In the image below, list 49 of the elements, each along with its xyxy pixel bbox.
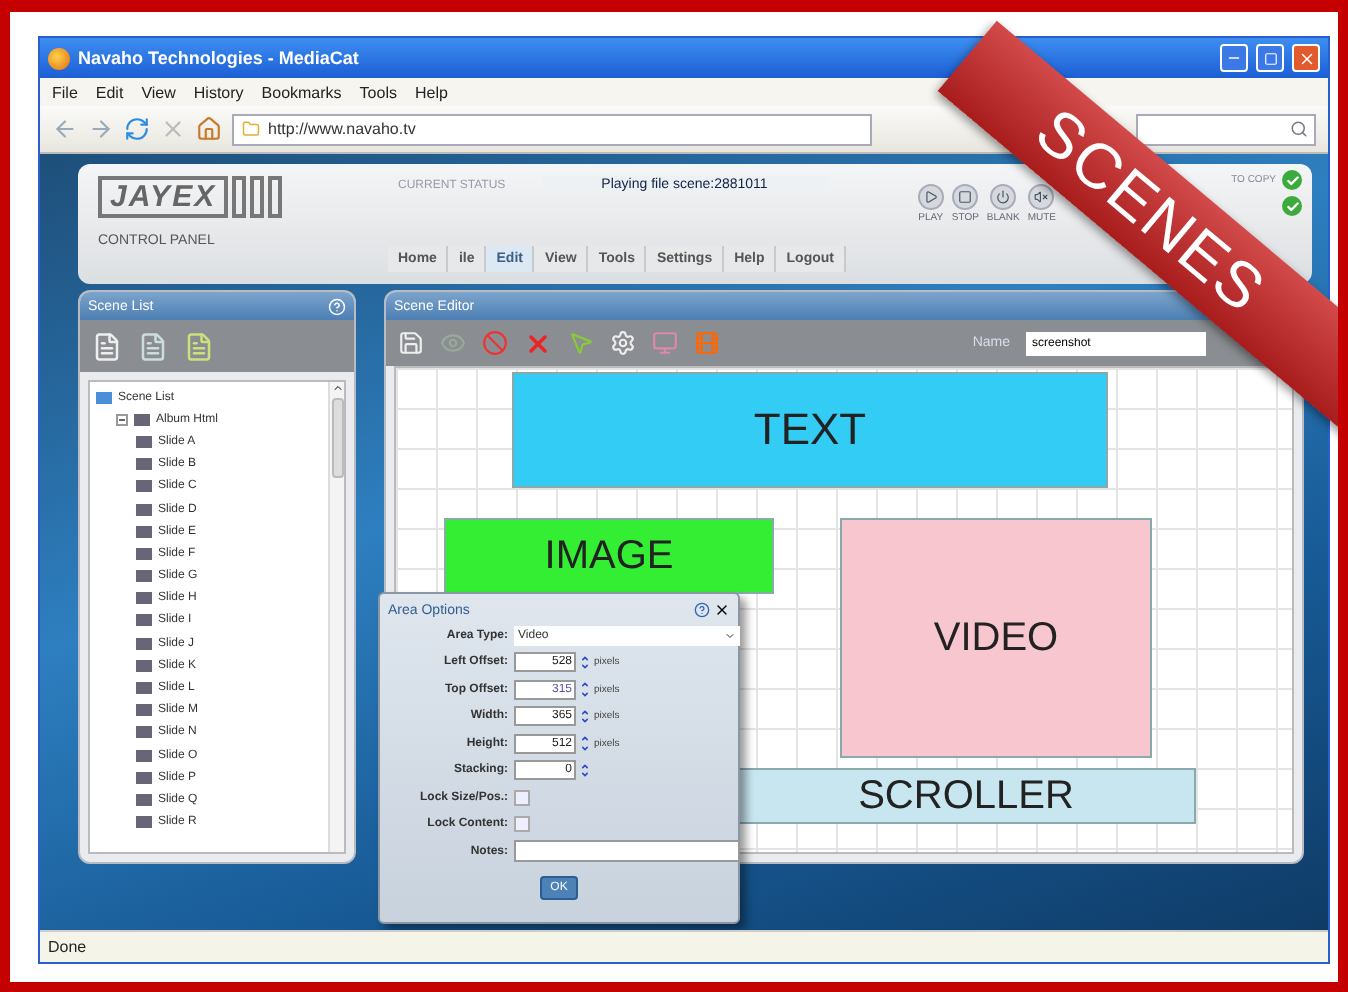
close-icon[interactable] — [714, 602, 730, 618]
maximize-button[interactable] — [1256, 44, 1284, 72]
scroll-up-icon[interactable] — [331, 382, 343, 394]
folder-icon — [242, 120, 260, 138]
maximize-icon[interactable] — [1263, 51, 1277, 65]
check-icon[interactable] — [1282, 170, 1302, 190]
status-text: Done — [48, 938, 87, 956]
stop-icon[interactable] — [160, 116, 186, 142]
search-icon[interactable] — [1290, 120, 1308, 138]
menu-item[interactable]: File — [52, 83, 78, 101]
scrollbar[interactable] — [328, 382, 344, 852]
scene-area[interactable]: TEXT — [512, 372, 1108, 488]
address-field[interactable]: http://www.navaho.tv — [232, 113, 872, 145]
forward-icon[interactable] — [88, 116, 114, 142]
spinner-icon[interactable] — [580, 734, 590, 753]
settings-icon[interactable] — [610, 330, 636, 356]
collapse-icon[interactable] — [116, 413, 128, 426]
menu-item[interactable]: Help — [414, 83, 448, 101]
home-icon[interactable] — [196, 116, 222, 142]
menu-item[interactable]: Edit — [95, 83, 124, 101]
scene-area[interactable]: IMAGE — [444, 518, 774, 594]
blank-icon — [990, 184, 1017, 210]
spinner-icon[interactable] — [580, 653, 590, 672]
save-icon[interactable] — [398, 330, 424, 356]
menu-item[interactable]: History — [193, 83, 244, 101]
checkbox[interactable] — [514, 789, 530, 806]
spinner-icon[interactable] — [580, 761, 590, 780]
scene-area[interactable]: VIDEO — [840, 518, 1152, 758]
logo: JAYEX — [98, 176, 398, 218]
minimize-button[interactable] — [1220, 44, 1248, 72]
check-icon[interactable] — [1282, 196, 1302, 216]
menu-item[interactable]: View — [141, 83, 176, 101]
spinner-icon[interactable] — [580, 680, 590, 699]
refresh-icon[interactable] — [124, 116, 150, 142]
window-title: Navaho Technologies - MediaCat — [78, 48, 361, 68]
scene-area[interactable]: SCROLLER — [736, 768, 1196, 824]
select-icon[interactable] — [568, 330, 594, 356]
close-button[interactable] — [1292, 44, 1320, 72]
play-icon — [917, 184, 944, 210]
caret-icon — [724, 629, 736, 642]
menu-item[interactable]: Tools — [359, 83, 397, 101]
notes-field[interactable] — [514, 840, 740, 863]
stop-icon — [952, 184, 979, 210]
checkbox[interactable] — [514, 816, 530, 833]
back-icon[interactable] — [52, 116, 78, 142]
spinner-icon[interactable] — [580, 707, 590, 726]
menu-item[interactable]: Bookmarks — [261, 83, 342, 101]
help-icon[interactable] — [694, 602, 710, 618]
browser-logo-icon — [48, 47, 70, 69]
